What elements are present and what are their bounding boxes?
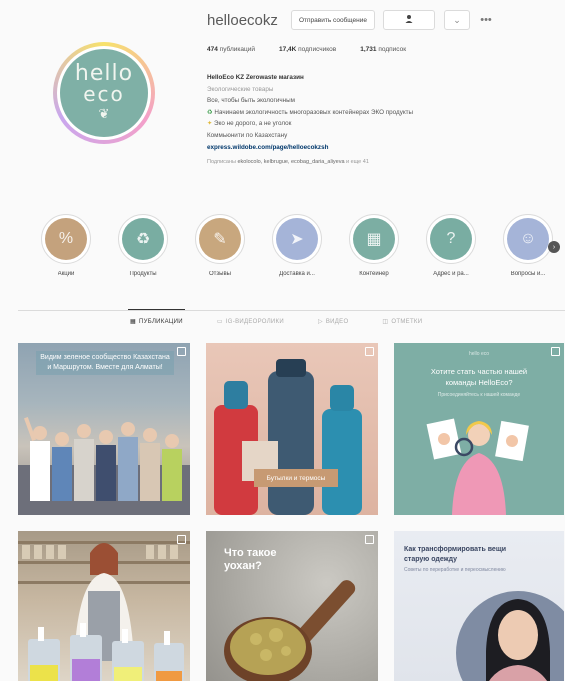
more-dots-icon: ••• — [480, 14, 492, 26]
highlight-item[interactable]: ▦ Контейнер — [345, 214, 403, 277]
recycle-icon: ♻ — [122, 218, 164, 260]
carousel-icon — [365, 535, 374, 544]
post-overlay-text: Бутылки и термосы — [254, 469, 338, 487]
post-tile[interactable]: Бутылки и термосы — [206, 343, 378, 515]
chevron-down-icon: ⌄ — [453, 14, 461, 25]
highlight-ring[interactable]: ? — [426, 214, 476, 264]
chat-icon: ✎ — [199, 218, 241, 260]
illustration — [426, 418, 529, 515]
tag-icon: ◫ — [382, 319, 389, 325]
followers-stat[interactable]: 17,4K подписчиков — [279, 46, 336, 53]
highlight-item[interactable]: ✎ Отзывы — [191, 214, 249, 277]
person-check-icon — [404, 14, 414, 27]
profile-full-name: HelloEco KZ Zerowaste магазин — [207, 74, 304, 81]
avatar[interactable]: hello eco ❦ — [57, 46, 151, 140]
tab-tag[interactable]: ◫ ОТМЕТКИ — [382, 318, 423, 326]
post-tile[interactable]: Видим зеленое сообщество Казахстана и Ма… — [18, 343, 190, 515]
person-icon: ☺ — [507, 218, 549, 260]
portrait-photo — [456, 591, 564, 681]
suggested-accounts-button[interactable]: ⌄ — [444, 10, 470, 30]
tab-label: ПУБЛИКАЦИИ — [138, 318, 183, 325]
posts-grid: Видим зеленое сообщество Казахстана и Ма… — [18, 343, 564, 681]
bottles-photo — [214, 359, 362, 515]
highlight-label: Продукты — [129, 271, 157, 277]
highlight-item[interactable]: ♻ Продукты — [114, 214, 172, 277]
profile-category: Экологические товары — [207, 85, 274, 93]
video-icon: ▷ — [317, 319, 323, 325]
highlight-label: Контейнер — [359, 271, 389, 277]
shop-photo — [18, 541, 190, 681]
post-overlay-text: Видим зеленое сообщество Казахстана и Ма… — [36, 351, 174, 375]
highlight-label: Отзывы — [209, 271, 231, 277]
highlight-ring[interactable]: ➤ — [272, 214, 322, 264]
carousel-icon — [365, 347, 374, 356]
tab-label: IG-ВИДЕОРОЛИКИ — [225, 318, 284, 325]
tabs-divider — [18, 310, 565, 311]
avatar-text-line1: hello — [74, 61, 134, 86]
bio-line: Все, чтобы быть экологичным — [207, 97, 295, 105]
scroll-next-icon[interactable]: › — [548, 241, 560, 253]
post-tile[interactable]: hello eco Хотите стать частью нашей кома… — [394, 343, 564, 515]
bio-link[interactable]: express.wildobe.com/page/helloecokzsh — [207, 142, 537, 154]
tab-grid[interactable]: ▦ ПУБЛИКАЦИИ — [128, 309, 185, 325]
leaf-icon: ❦ — [98, 106, 110, 121]
highlight-label: Адрес и ра... — [433, 271, 469, 277]
recycle-emoji-icon: ♻ — [207, 108, 213, 116]
send-message-button[interactable]: Отправить сообщение — [291, 10, 375, 30]
tab-label: ОТМЕТКИ — [391, 318, 423, 325]
highlight-ring[interactable]: % — [41, 214, 91, 264]
carousel-icon — [551, 347, 560, 356]
highlight-label: Доставка и... — [279, 271, 315, 277]
highlight-ring[interactable]: ▦ — [349, 214, 399, 264]
bio-line: Коммьюнити по Казахстану — [207, 131, 288, 139]
highlight-ring[interactable]: ✎ — [195, 214, 245, 264]
following-stat[interactable]: 1,731 подписок — [360, 46, 406, 53]
highlight-item[interactable]: ➤ Доставка и... — [268, 214, 326, 277]
question-icon: ? — [430, 218, 472, 260]
highlight-ring[interactable]: ☺ — [503, 214, 553, 264]
posts-stat: 474 публикаций — [207, 46, 255, 53]
following-button[interactable] — [383, 10, 435, 30]
more-options-button[interactable]: ••• — [475, 10, 497, 30]
highlight-item[interactable]: % Акции — [37, 214, 95, 277]
tab-tv[interactable]: ▭ IG-ВИДЕОРОЛИКИ — [216, 318, 284, 326]
profile-username: helloecokz — [207, 12, 278, 29]
highlight-ring[interactable]: ♻ — [118, 214, 168, 264]
box-icon: ▦ — [353, 218, 395, 260]
group-photo — [18, 417, 190, 515]
carousel-icon — [177, 535, 186, 544]
bio-line: ♻ Начинаем экологичность многоразовых ко… — [207, 108, 414, 116]
grid-icon: ▦ — [130, 319, 136, 325]
post-overlay-text: Что такое уохан? — [224, 547, 277, 572]
highlight-label: Вопросы и... — [510, 271, 546, 277]
profile-avatar-ring[interactable]: hello eco ❦ — [53, 42, 155, 144]
truck-icon: ➤ — [276, 218, 318, 260]
carousel-icon — [177, 347, 186, 356]
percent-icon: % — [45, 218, 87, 260]
avatar-text-line2: eco — [83, 82, 125, 106]
tab-label: ВИДЕО — [325, 318, 349, 325]
tab-video[interactable]: ▷ ВИДЕО — [317, 318, 349, 326]
story-highlights: % Акции ♻ Продукты ✎ Отзывы ➤ Доставка и... ▦ Кон… — [37, 214, 557, 277]
highlight-label: Акции — [57, 271, 75, 277]
profile-stats: 474 публикаций 17,4K подписчиков 1,731 п… — [207, 46, 406, 53]
followed-by[interactable]: Подписаны ekolocolo, kelbrugue, ecobag_d… — [207, 157, 537, 169]
profile-bio: HelloEco KZ Zerowaste магазин Экологичес… — [207, 72, 537, 169]
post-tile[interactable]: Как трансформировать вещи старую одежду … — [394, 531, 564, 681]
profile-tabs: ▦ ПУБЛИКАЦИИ ▭ IG-ВИДЕОРОЛИКИ ▷ ВИДЕО ◫ ОТМЕТКИ — [128, 309, 423, 326]
tv-icon: ▭ — [216, 319, 223, 325]
post-tile[interactable]: Что такое уохан? — [206, 531, 378, 681]
bio-line: ✦ Эко не дорого, а не уголок — [207, 120, 292, 128]
sparkle-emoji-icon: ✦ — [207, 120, 213, 128]
highlight-item[interactable]: ? Адрес и ра... — [422, 214, 480, 277]
post-tile[interactable] — [18, 531, 190, 681]
